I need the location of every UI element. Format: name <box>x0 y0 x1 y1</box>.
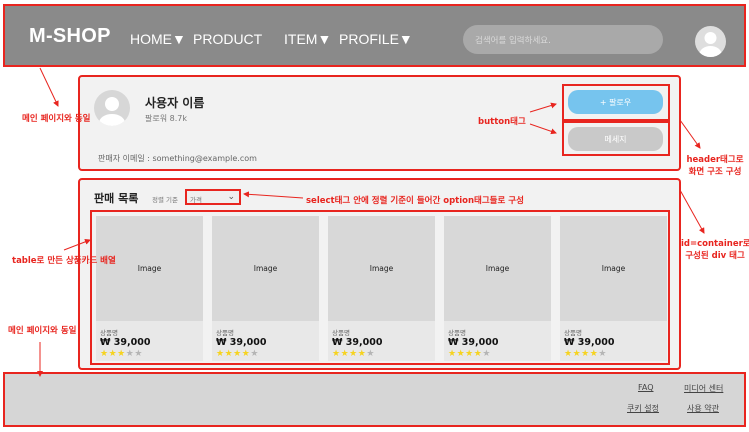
star-rating: ★★★★★ <box>564 349 607 359</box>
star-filled-icon: ★ <box>340 349 350 359</box>
star-empty-icon: ★ <box>366 349 375 359</box>
star-rating: ★★★★★ <box>448 349 491 359</box>
annotation-select-tag: select태그 안에 정렬 기준이 들어간 option태그들로 구성 <box>306 196 524 206</box>
annotation-main-same-top: 메인 페이지와 동일 <box>22 114 91 124</box>
annotation-container: id=container로 구성된 div 태그 <box>681 237 749 261</box>
footer-link-cookie[interactable]: 쿠키 설정 <box>627 403 659 414</box>
star-filled-icon: ★ <box>233 349 242 359</box>
nav-profile[interactable]: PROFILE▼ <box>339 31 413 47</box>
sort-selected-value: 가격 <box>190 196 202 204</box>
product-price: ₩ 39,000 <box>448 337 499 348</box>
product-table: Image 상품명 ₩ 39,000 ★★★★★ Image 상품명 ₩ 39,… <box>90 210 670 365</box>
listing-title: 판매 목록 <box>94 192 139 205</box>
star-filled-icon: ★ <box>564 349 573 359</box>
follow-button-wrapper: + 팔로우 <box>562 84 670 121</box>
annotation-button-tag: button태그 <box>478 117 526 127</box>
star-rating: ★★★★★ <box>332 349 375 359</box>
star-filled-icon: ★ <box>117 349 126 359</box>
sort-select[interactable]: 가격 ⌄ <box>185 189 241 205</box>
product-card[interactable]: Image 상품명 ₩ 39,000 ★★★★★ <box>212 216 319 361</box>
product-image: Image <box>212 216 319 321</box>
product-price: ₩ 39,000 <box>332 337 383 348</box>
product-container: 판매 목록 정렬 기준 가격 ⌄ Image 상품명 ₩ 39,000 ★★★★… <box>78 178 681 370</box>
arrow-container-to-note <box>679 189 705 234</box>
star-filled-icon: ★ <box>349 349 358 359</box>
follower-count: 팔로워 8.7k <box>145 114 187 123</box>
product-name: 상품명 <box>448 329 466 337</box>
annotation-header-tag-line2: 화면 구조 구성 <box>688 167 742 177</box>
product-name: 상품명 <box>100 329 118 337</box>
message-button-wrapper: 메세지 <box>562 121 670 156</box>
site-logo[interactable]: M-SHOP <box>29 25 111 48</box>
product-image: Image <box>560 216 667 321</box>
star-filled-icon: ★ <box>108 349 118 359</box>
star-rating: ★★★★★ <box>100 349 143 359</box>
star-empty-icon: ★ <box>250 349 259 359</box>
arrow-profile-to-header-note <box>679 119 701 149</box>
star-filled-icon: ★ <box>572 349 582 359</box>
follow-button[interactable]: + 팔로우 <box>568 90 663 114</box>
footer-link-terms[interactable]: 사용 약관 <box>687 403 719 414</box>
nav-item[interactable]: ITEM▼ <box>284 31 331 47</box>
star-filled-icon: ★ <box>224 349 234 359</box>
star-filled-icon: ★ <box>456 349 466 359</box>
star-empty-icon: ★ <box>134 349 143 359</box>
arrow-header-to-note <box>39 67 59 107</box>
nav-home[interactable]: HOME▼ <box>130 31 186 47</box>
star-filled-icon: ★ <box>100 349 109 359</box>
product-name: 상품명 <box>216 329 234 337</box>
star-empty-icon: ★ <box>598 349 607 359</box>
star-rating: ★★★★★ <box>216 349 259 359</box>
star-filled-icon: ★ <box>216 349 225 359</box>
message-button[interactable]: 메세지 <box>568 127 663 151</box>
product-name: 상품명 <box>332 329 350 337</box>
product-price: ₩ 39,000 <box>564 337 615 348</box>
product-image: Image <box>96 216 203 321</box>
footer-link-faq[interactable]: FAQ <box>638 383 654 392</box>
star-filled-icon: ★ <box>465 349 474 359</box>
star-filled-icon: ★ <box>581 349 590 359</box>
seller-email: 판매자 이메일 : something@example.com <box>98 154 257 163</box>
product-price: ₩ 39,000 <box>216 337 267 348</box>
footer-link-media[interactable]: 미디어 센터 <box>684 383 723 394</box>
user-avatar-icon[interactable] <box>695 26 726 57</box>
nav-product[interactable]: PRODUCT <box>193 31 262 47</box>
seller-avatar-icon <box>94 90 130 126</box>
product-name: 상품명 <box>564 329 582 337</box>
search-input[interactable]: 검색어를 입력하세요. <box>463 25 663 54</box>
annotation-main-same-bottom: 메인 페이지와 동일 <box>8 326 77 336</box>
chevron-down-icon: ⌄ <box>227 192 235 202</box>
product-card[interactable]: Image 상품명 ₩ 39,000 ★★★★★ <box>560 216 667 361</box>
star-filled-icon: ★ <box>332 349 341 359</box>
star-filled-icon: ★ <box>448 349 457 359</box>
profile-card: 사용자 이름 팔로워 8.7k 판매자 이메일 : something@exam… <box>78 75 681 171</box>
site-footer: FAQ 미디어 센터 쿠키 설정 사용 약관 <box>3 372 746 427</box>
annotation-header-tag: header태그로 화면 구조 구성 <box>681 153 749 177</box>
star-empty-icon: ★ <box>482 349 491 359</box>
product-image: Image <box>328 216 435 321</box>
product-card[interactable]: Image 상품명 ₩ 39,000 ★★★★★ <box>444 216 551 361</box>
annotation-container-line1: id=container로 <box>681 239 749 249</box>
site-header: M-SHOP HOME▼ PRODUCT ITEM▼ PROFILE▼ 검색어를… <box>3 4 746 67</box>
product-card[interactable]: Image 상품명 ₩ 39,000 ★★★★★ <box>96 216 203 361</box>
annotation-table-cards: table로 만든 상품카드 배열 <box>12 256 116 266</box>
product-card[interactable]: Image 상품명 ₩ 39,000 ★★★★★ <box>328 216 435 361</box>
product-price: ₩ 39,000 <box>100 337 151 348</box>
sort-label: 정렬 기준 <box>152 196 178 204</box>
product-image: Image <box>444 216 551 321</box>
annotation-header-tag-line1: header태그로 <box>686 155 744 165</box>
seller-username: 사용자 이름 <box>145 96 205 110</box>
annotation-container-line2: 구성된 div 태그 <box>685 251 745 261</box>
